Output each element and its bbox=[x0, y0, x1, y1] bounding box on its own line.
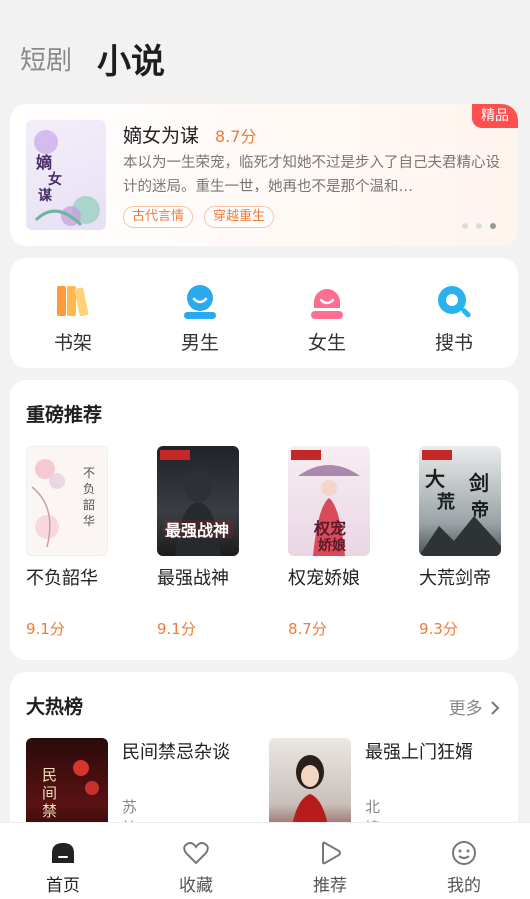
svg-text:权宠: 权宠 bbox=[313, 519, 346, 538]
recommend-section: 重磅推荐 不 负 韶 华 不负韶华 9.1分 最强战神 最强战神 9.1分 权宠… bbox=[10, 380, 518, 660]
book-title: 最强战神 bbox=[157, 568, 229, 589]
bookshelf-icon bbox=[53, 282, 93, 322]
book-card[interactable]: 权宠 娇娘 权宠娇娘 8.7分 bbox=[288, 446, 388, 639]
tab-short-drama[interactable]: 短剧 bbox=[20, 40, 72, 77]
category-search[interactable]: 搜书 bbox=[414, 282, 494, 355]
category-bar: 书架 男生 女生 搜书 bbox=[10, 258, 518, 368]
category-female[interactable]: 女生 bbox=[287, 282, 367, 355]
search-icon bbox=[434, 282, 474, 322]
tab-profile[interactable]: 我的 bbox=[424, 839, 504, 896]
play-icon bbox=[316, 839, 344, 867]
svg-text:最强战神: 最强战神 bbox=[165, 521, 229, 540]
book-cover[interactable]: 不 负 韶 华 bbox=[26, 446, 108, 556]
recommend-title: 重磅推荐 bbox=[26, 404, 103, 426]
category-bookshelf[interactable]: 书架 bbox=[33, 282, 113, 355]
book-cover[interactable]: 权宠 娇娘 bbox=[288, 446, 370, 556]
featured-cover[interactable]: 嫡 女 谋 bbox=[26, 120, 106, 230]
book-title: 不负韶华 bbox=[26, 568, 98, 589]
heart-icon bbox=[182, 839, 210, 867]
category-male[interactable]: 男生 bbox=[160, 282, 240, 355]
featured-score: 8.7分 bbox=[215, 127, 257, 146]
book-score: 9.1分 bbox=[26, 620, 65, 638]
tab-novel[interactable]: 小说 bbox=[97, 34, 165, 83]
female-icon bbox=[307, 282, 347, 322]
svg-text:帝: 帝 bbox=[471, 499, 489, 521]
svg-text:华: 华 bbox=[83, 514, 95, 528]
hot-item-title: 最强上门狂婿 bbox=[365, 742, 473, 763]
book-cover[interactable]: 最强战神 bbox=[157, 446, 239, 556]
svg-text:负: 负 bbox=[83, 482, 95, 496]
hot-list-title: 大热榜 bbox=[26, 696, 84, 718]
tab-home[interactable]: 首页 bbox=[23, 839, 103, 896]
svg-text:民: 民 bbox=[42, 766, 57, 784]
svg-text:荒: 荒 bbox=[436, 491, 455, 513]
chevron-right-icon bbox=[491, 701, 500, 715]
svg-text:大: 大 bbox=[425, 467, 445, 491]
svg-text:娇娘: 娇娘 bbox=[318, 537, 347, 554]
tag-time-travel[interactable]: 穿越重生 bbox=[204, 206, 275, 228]
svg-text:嫡: 嫡 bbox=[36, 153, 52, 172]
premium-badge: 精品 bbox=[472, 104, 518, 128]
bottom-tab-bar: 首页 收藏 推荐 我的 bbox=[0, 822, 530, 899]
svg-text:韶: 韶 bbox=[83, 497, 95, 512]
svg-text:禁: 禁 bbox=[42, 802, 57, 820]
book-score: 9.3分 bbox=[419, 620, 458, 638]
svg-text:剑: 剑 bbox=[468, 471, 489, 495]
book-card[interactable]: 不 负 韶 华 不负韶华 9.1分 bbox=[26, 446, 126, 639]
svg-text:女: 女 bbox=[48, 171, 62, 188]
male-icon bbox=[180, 282, 220, 322]
book-cover[interactable]: 大 荒 剑 帝 bbox=[419, 446, 501, 556]
book-card[interactable]: 最强战神 最强战神 9.1分 bbox=[157, 446, 257, 639]
tab-favorites[interactable]: 收藏 bbox=[156, 839, 236, 896]
top-nav: 短剧 小说 bbox=[0, 0, 530, 100]
svg-text:不: 不 bbox=[83, 466, 95, 480]
carousel-indicator bbox=[454, 214, 496, 233]
book-card[interactable]: 大 荒 剑 帝 大荒剑帝 9.3分 bbox=[419, 446, 519, 639]
home-icon bbox=[49, 839, 77, 867]
book-title: 大荒剑帝 bbox=[419, 568, 491, 589]
hot-item-title: 民间禁忌杂谈 bbox=[122, 742, 230, 763]
book-score: 8.7分 bbox=[288, 620, 327, 638]
svg-text:间: 间 bbox=[42, 784, 57, 802]
profile-icon bbox=[450, 839, 478, 867]
tab-recommend[interactable]: 推荐 bbox=[290, 839, 370, 896]
svg-text:谋: 谋 bbox=[38, 187, 53, 204]
featured-banner[interactable]: 嫡 女 谋 精品 嫡女为谋 8.7分 本以为一生荣宠，临死才知她不过是步入了自己… bbox=[10, 104, 518, 246]
more-link[interactable]: 更多 bbox=[449, 694, 500, 719]
book-score: 9.1分 bbox=[157, 620, 196, 638]
featured-title[interactable]: 嫡女为谋 bbox=[123, 121, 199, 148]
featured-description: 本以为一生荣宠，临死才知她不过是步入了自己夫君精心设计的迷局。重生一世，她再也不… bbox=[123, 155, 500, 195]
book-title: 权宠娇娘 bbox=[288, 568, 360, 589]
tag-ancient-romance[interactable]: 古代言情 bbox=[123, 206, 194, 228]
